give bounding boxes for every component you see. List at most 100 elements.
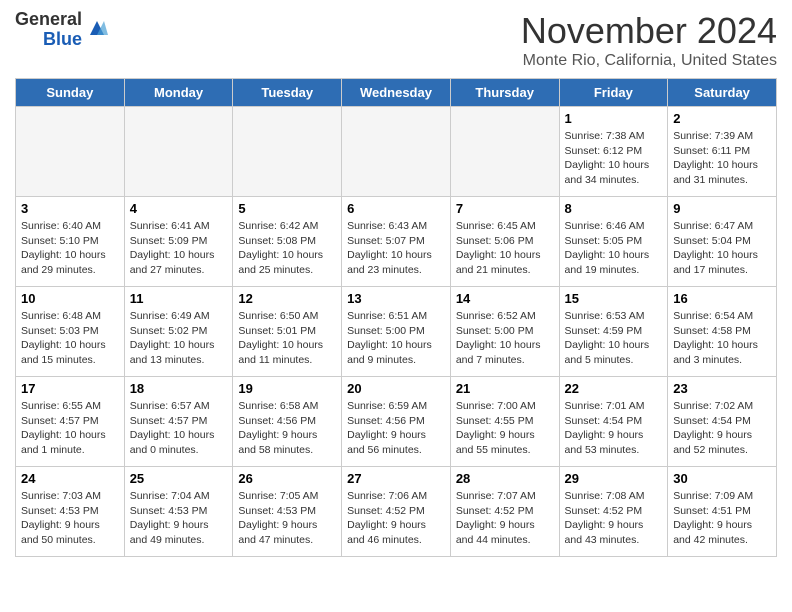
day-number: 10 — [21, 291, 119, 306]
page-header: General Blue November 2024 Monte Rio, Ca… — [15, 10, 777, 70]
calendar-cell: 4 Sunrise: 6:41 AM Sunset: 5:09 PM Daylig… — [124, 197, 233, 287]
calendar-cell: 9Sunrise: 6:47 AM Sunset: 5:04 PM Daylig… — [668, 197, 777, 287]
calendar-cell: 13 Sunrise: 6:51 AM Sunset: 5:00 PM Dayli… — [342, 287, 451, 377]
col-header-sunday: Sunday — [16, 79, 125, 107]
calendar-cell: 17Sunrise: 6:55 AM Sunset: 4:57 PM Dayli… — [16, 377, 125, 467]
col-header-monday: Monday — [124, 79, 233, 107]
calendar-week-row: 24 Sunrise: 7:03 AM Sunset: 4:53 PM Dayli… — [16, 467, 777, 557]
calendar-cell: 30 Sunrise: 7:09 AM Sunset: 4:51 PM Dayli… — [668, 467, 777, 557]
day-number: 12 — [238, 291, 336, 306]
day-info: Sunrise: 7:05 AM Sunset: 4:53 PM Dayligh… — [238, 489, 336, 548]
day-info: Sunrise: 6:42 AM Sunset: 5:08 PM Dayligh… — [238, 219, 336, 278]
day-number: 18 — [130, 381, 228, 396]
day-info: Sunrise: 6:40 AM Sunset: 5:10 PM Dayligh… — [21, 219, 119, 278]
calendar-cell — [233, 107, 342, 197]
calendar-cell: 7Sunrise: 6:45 AM Sunset: 5:06 PM Daylig… — [450, 197, 559, 287]
day-number: 1 — [565, 111, 663, 126]
day-info: Sunrise: 7:04 AM Sunset: 4:53 PM Dayligh… — [130, 489, 228, 548]
day-info: Sunrise: 6:50 AM Sunset: 5:01 PM Dayligh… — [238, 309, 336, 368]
day-number: 2 — [673, 111, 771, 126]
day-number: 3 — [21, 201, 119, 216]
day-number: 17 — [21, 381, 119, 396]
day-number: 25 — [130, 471, 228, 486]
day-info: Sunrise: 6:48 AM Sunset: 5:03 PM Dayligh… — [21, 309, 119, 368]
logo-general: General — [15, 10, 82, 30]
day-info: Sunrise: 7:09 AM Sunset: 4:51 PM Dayligh… — [673, 489, 771, 548]
day-number: 6 — [347, 201, 445, 216]
calendar-table: SundayMondayTuesdayWednesdayThursdayFrid… — [15, 78, 777, 557]
logo-blue: Blue — [43, 30, 82, 50]
day-number: 24 — [21, 471, 119, 486]
day-number: 15 — [565, 291, 663, 306]
day-info: Sunrise: 7:07 AM Sunset: 4:52 PM Dayligh… — [456, 489, 554, 548]
calendar-cell: 14 Sunrise: 6:52 AM Sunset: 5:00 PM Dayli… — [450, 287, 559, 377]
calendar-week-row: 17Sunrise: 6:55 AM Sunset: 4:57 PM Dayli… — [16, 377, 777, 467]
col-header-saturday: Saturday — [668, 79, 777, 107]
calendar-cell: 10 Sunrise: 6:48 AM Sunset: 5:03 PM Dayli… — [16, 287, 125, 377]
calendar-cell: 26 Sunrise: 7:05 AM Sunset: 4:53 PM Dayli… — [233, 467, 342, 557]
logo: General Blue — [15, 10, 108, 50]
month-title: November 2024 — [521, 10, 777, 52]
day-number: 23 — [673, 381, 771, 396]
day-info: Sunrise: 7:01 AM Sunset: 4:54 PM Dayligh… — [565, 399, 663, 458]
day-number: 5 — [238, 201, 336, 216]
calendar-cell — [450, 107, 559, 197]
day-info: Sunrise: 7:38 AM Sunset: 6:12 PM Dayligh… — [565, 129, 663, 188]
day-info: Sunrise: 6:59 AM Sunset: 4:56 PM Dayligh… — [347, 399, 445, 458]
day-number: 22 — [565, 381, 663, 396]
day-number: 11 — [130, 291, 228, 306]
day-info: Sunrise: 7:08 AM Sunset: 4:52 PM Dayligh… — [565, 489, 663, 548]
day-number: 7 — [456, 201, 554, 216]
calendar-cell: 3 Sunrise: 6:40 AM Sunset: 5:10 PM Daylig… — [16, 197, 125, 287]
day-info: Sunrise: 6:49 AM Sunset: 5:02 PM Dayligh… — [130, 309, 228, 368]
day-info: Sunrise: 6:41 AM Sunset: 5:09 PM Dayligh… — [130, 219, 228, 278]
day-info: Sunrise: 6:52 AM Sunset: 5:00 PM Dayligh… — [456, 309, 554, 368]
calendar-cell: 1 Sunrise: 7:38 AM Sunset: 6:12 PM Daylig… — [559, 107, 668, 197]
day-number: 8 — [565, 201, 663, 216]
day-number: 19 — [238, 381, 336, 396]
day-number: 21 — [456, 381, 554, 396]
calendar-week-row: 10 Sunrise: 6:48 AM Sunset: 5:03 PM Dayli… — [16, 287, 777, 377]
day-info: Sunrise: 7:03 AM Sunset: 4:53 PM Dayligh… — [21, 489, 119, 548]
calendar-cell: 12 Sunrise: 6:50 AM Sunset: 5:01 PM Dayli… — [233, 287, 342, 377]
location-title: Monte Rio, California, United States — [521, 52, 777, 70]
calendar-cell: 22 Sunrise: 7:01 AM Sunset: 4:54 PM Dayli… — [559, 377, 668, 467]
day-info: Sunrise: 7:06 AM Sunset: 4:52 PM Dayligh… — [347, 489, 445, 548]
day-number: 20 — [347, 381, 445, 396]
day-info: Sunrise: 6:46 AM Sunset: 5:05 PM Dayligh… — [565, 219, 663, 278]
title-section: November 2024 Monte Rio, California, Uni… — [521, 10, 777, 70]
day-number: 30 — [673, 471, 771, 486]
day-info: Sunrise: 7:00 AM Sunset: 4:55 PM Dayligh… — [456, 399, 554, 458]
calendar-cell: 8 Sunrise: 6:46 AM Sunset: 5:05 PM Daylig… — [559, 197, 668, 287]
day-info: Sunrise: 7:39 AM Sunset: 6:11 PM Dayligh… — [673, 129, 771, 188]
day-info: Sunrise: 6:54 AM Sunset: 4:58 PM Dayligh… — [673, 309, 771, 368]
day-info: Sunrise: 6:53 AM Sunset: 4:59 PM Dayligh… — [565, 309, 663, 368]
calendar-week-row: 3 Sunrise: 6:40 AM Sunset: 5:10 PM Daylig… — [16, 197, 777, 287]
col-header-tuesday: Tuesday — [233, 79, 342, 107]
day-number: 4 — [130, 201, 228, 216]
day-info: Sunrise: 6:51 AM Sunset: 5:00 PM Dayligh… — [347, 309, 445, 368]
calendar-cell: 28 Sunrise: 7:07 AM Sunset: 4:52 PM Dayli… — [450, 467, 559, 557]
calendar-cell: 21 Sunrise: 7:00 AM Sunset: 4:55 PM Dayli… — [450, 377, 559, 467]
calendar-cell: 25 Sunrise: 7:04 AM Sunset: 4:53 PM Dayli… — [124, 467, 233, 557]
calendar-cell: 29Sunrise: 7:08 AM Sunset: 4:52 PM Dayli… — [559, 467, 668, 557]
calendar-cell: 20 Sunrise: 6:59 AM Sunset: 4:56 PM Dayli… — [342, 377, 451, 467]
calendar-cell: 16 Sunrise: 6:54 AM Sunset: 4:58 PM Dayli… — [668, 287, 777, 377]
calendar-week-row: 1 Sunrise: 7:38 AM Sunset: 6:12 PM Daylig… — [16, 107, 777, 197]
day-number: 16 — [673, 291, 771, 306]
day-number: 14 — [456, 291, 554, 306]
calendar-cell: 5 Sunrise: 6:42 AM Sunset: 5:08 PM Daylig… — [233, 197, 342, 287]
calendar-cell: 23Sunrise: 7:02 AM Sunset: 4:54 PM Dayli… — [668, 377, 777, 467]
col-header-wednesday: Wednesday — [342, 79, 451, 107]
day-number: 13 — [347, 291, 445, 306]
logo-icon — [86, 17, 108, 39]
calendar-cell: 6Sunrise: 6:43 AM Sunset: 5:07 PM Daylig… — [342, 197, 451, 287]
calendar-cell: 19Sunrise: 6:58 AM Sunset: 4:56 PM Dayli… — [233, 377, 342, 467]
day-info: Sunrise: 6:57 AM Sunset: 4:57 PM Dayligh… — [130, 399, 228, 458]
day-number: 26 — [238, 471, 336, 486]
calendar-header-row: SundayMondayTuesdayWednesdayThursdayFrid… — [16, 79, 777, 107]
day-number: 28 — [456, 471, 554, 486]
calendar-cell — [342, 107, 451, 197]
calendar-cell: 11 Sunrise: 6:49 AM Sunset: 5:02 PM Dayli… — [124, 287, 233, 377]
day-info: Sunrise: 6:47 AM Sunset: 5:04 PM Dayligh… — [673, 219, 771, 278]
